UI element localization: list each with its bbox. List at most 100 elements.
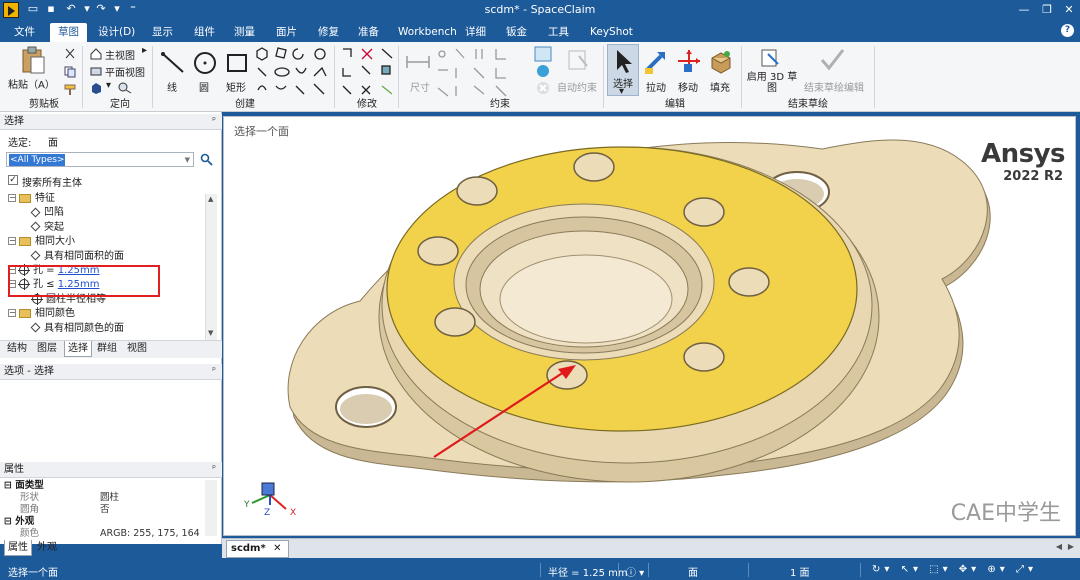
tree-item[interactable]: 具有相同颜色的面 [30,322,124,336]
ribbon-tab[interactable]: 测量 [226,23,263,42]
orient-group-label: 定向 [110,99,130,110]
tree-item[interactable]: − 特征 [8,192,55,206]
expand-toggle-icon[interactable]: − [8,309,16,318]
plan-view-icon[interactable] [90,65,102,77]
panel-tab[interactable]: 选择 [64,341,92,357]
ribbon-tab[interactable]: 修复 [310,23,347,42]
ribbon-tab[interactable]: 详细 [457,23,494,42]
modify-tools-grid[interactable] [340,46,394,98]
property-row[interactable]: 形状 圆柱 [4,492,204,504]
view-cube-icon[interactable] [90,82,102,94]
create-tools-grid[interactable] [256,46,336,98]
constraint-tools-grid[interactable] [436,46,528,98]
pin-icon[interactable]: ᵖ [212,462,216,477]
status-toolbar-icons[interactable]: ↻▾ ↖▾ ⬚▾ ✥▾ ⊕▾ ⤢▾ [872,564,1037,575]
search-icon[interactable] [200,153,213,166]
select-arrow-icon[interactable] [612,48,636,76]
ribbon-tab[interactable]: Workbench [390,23,465,42]
circle-tool-icon[interactable] [192,50,218,76]
property-value: ARGB: 255, 175, 164 [100,528,200,539]
move-button[interactable]: 移动 [678,79,698,94]
ribbon-tab[interactable]: 显示 [144,23,181,42]
property-category-label: 外观 [15,516,35,527]
help-icon[interactable]: ? [1061,24,1074,37]
panel-tab[interactable]: 群组 [94,341,120,357]
cut-icon[interactable] [64,48,76,60]
move-icon[interactable] [676,48,702,76]
ribbon-tab[interactable]: 钣金 [498,23,535,42]
minimize-button[interactable]: — [1013,2,1035,18]
tab-scroll-left-icon[interactable]: ◀ [1056,542,1062,551]
ribbon-tab[interactable]: 设计(D) [90,23,143,42]
finish-sketch-check-icon[interactable] [818,46,846,74]
design-viewport[interactable]: 选择一个面 Ansys 2022 R2 Y X Z CAE中学生 [223,116,1076,536]
pull-icon[interactable] [643,48,669,76]
finish-sketch-button[interactable]: 结束草绘编辑 [804,79,864,94]
home-view-icon[interactable] [90,48,102,60]
property-row[interactable]: 圆角 否 [4,504,204,516]
zoom-icon[interactable] [118,82,132,94]
dimension-icon[interactable] [404,50,432,76]
properties-panel-header: 属性 ᵖ [0,462,222,478]
plan-view-button[interactable]: 平面视图 [105,64,145,79]
expand-toggle-icon[interactable]: − [8,237,16,246]
status-count: 1 面 [790,568,810,579]
home-view-dropdown-icon[interactable]: ▸ [142,45,147,56]
line-tool-icon[interactable] [160,50,186,76]
info-icon[interactable]: ⓘ ▾ [626,564,644,579]
panel-tab[interactable]: 图层 [34,341,60,357]
view-dropdown-icon[interactable]: ▾ [106,80,111,91]
properties-tab[interactable]: 属性 [4,540,32,556]
paste-icon[interactable] [20,46,46,76]
ribbon-tab[interactable]: 草图 [50,23,87,42]
ribbon-tab[interactable]: 准备 [350,23,387,42]
select-dropdown-icon[interactable]: ▾ [619,86,624,97]
pin-icon[interactable]: ᵖ [212,364,216,379]
constraint-display-icons[interactable] [534,46,552,96]
tab-scroll-right-icon[interactable]: ▶ [1068,542,1074,551]
pin-icon[interactable]: ᵖ [212,114,216,129]
type-filter-select[interactable]: <All Types> ▼ [6,152,194,167]
dimension-button[interactable]: 尺寸 [410,79,430,94]
tree-item[interactable]: 具有相同面积的面 [30,250,124,264]
circle-tool-button[interactable]: 圆 [199,79,209,94]
auto-constrain-icon[interactable] [565,48,591,74]
properties-tab[interactable]: 外观 [34,540,60,556]
tree-item[interactable]: − 相同大小 [8,235,75,249]
panel-tab[interactable]: 结构 [4,341,30,357]
auto-constrain-button[interactable]: 自动约束 [557,79,597,94]
properties-scrollbar[interactable] [205,480,217,536]
tree-item[interactable]: 突起 [30,221,64,235]
copy-icon[interactable] [64,66,76,78]
part-model[interactable]: Y X Z [224,117,1076,536]
close-tab-icon[interactable]: ✕ [273,543,281,554]
collapse-icon[interactable]: ⊟ [4,480,15,491]
ribbon-tab[interactable]: 文件 [6,23,43,42]
close-button[interactable]: ✕ [1058,2,1080,18]
pull-button[interactable]: 拉动 [646,79,666,94]
ribbon-tab[interactable]: 工具 [540,23,577,42]
fill-button[interactable]: 填充 [710,79,730,94]
panel-tab[interactable]: 视图 [124,341,150,357]
paste-button[interactable]: 粘贴（A） [8,76,55,91]
property-row[interactable]: 颜色 ARGB: 255, 175, 164 [4,528,204,540]
tree-item[interactable]: − 相同颜色 [8,307,75,321]
rectangle-tool-button[interactable]: 矩形 [226,79,246,94]
tree-scrollbar[interactable]: ▲ ▼ [205,194,217,340]
status-bar: 选择一个面 半径 = 1.25 mm ⓘ ▾ 面 1 面 ↻▾ ↖▾ ⬚▾ ✥▾… [0,560,1080,580]
tree-item[interactable]: 凹陷 [30,206,64,220]
ribbon-tab[interactable]: KeyShot [582,23,641,42]
enable-3d-sketch-icon[interactable] [760,46,782,70]
home-view-button[interactable]: 主视图 [105,47,135,62]
expand-toggle-icon[interactable]: − [8,194,16,202]
ribbon-tab[interactable]: 组件 [186,23,223,42]
restore-button[interactable]: ❐ [1036,2,1058,18]
document-tab[interactable]: scdm* ✕ [226,540,289,558]
line-tool-button[interactable]: 线 [167,79,177,94]
rectangle-tool-icon[interactable] [224,50,250,76]
enable-3d-sketch-button[interactable]: 启用 3D 草图 [746,72,798,94]
search-all-checkbox[interactable]: ✓ [8,175,18,185]
ribbon-tab[interactable]: 面片 [268,23,305,42]
collapse-icon[interactable]: ⊟ [4,516,15,527]
fill-icon[interactable] [708,48,734,76]
